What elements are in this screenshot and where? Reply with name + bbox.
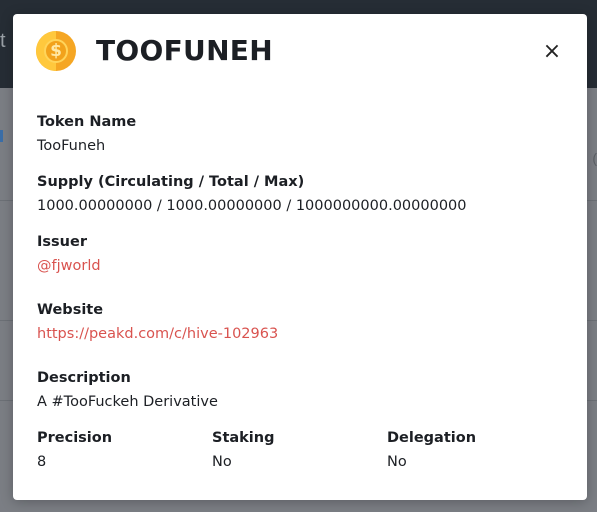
close-icon: ×: [542, 39, 562, 64]
background-right-text: (: [592, 150, 597, 166]
field-description: Description A #TooFuckeh Derivative: [37, 368, 218, 412]
close-button[interactable]: ×: [537, 37, 567, 67]
field-label: Website: [37, 302, 104, 318]
field-label: Description: [37, 370, 131, 386]
field-label: Staking: [212, 430, 275, 446]
background-header-text: t: [0, 30, 6, 52]
modal-header: $ TOOFUNEH ×: [13, 14, 587, 88]
field-supply: Supply (Circulating / Total / Max) 1000.…: [37, 172, 467, 216]
token-info-modal: $ TOOFUNEH × Token Name TooFuneh Supply …: [13, 14, 587, 500]
modal-title: TOOFUNEH: [96, 34, 273, 67]
gold-coin-icon: $: [36, 31, 76, 71]
field-staking: Staking No: [212, 428, 274, 472]
field-issuer: Issuer @fjworld: [37, 232, 101, 276]
field-token-name: Token Name TooFuneh: [37, 112, 136, 156]
supply-value: 1000.00000000 / 1000.00000000 / 10000000…: [37, 198, 467, 214]
precision-value: 8: [37, 454, 47, 470]
field-label: Precision: [37, 430, 113, 446]
website-link[interactable]: https://peakd.com/c/hive-102963: [37, 326, 278, 342]
delegation-value: No: [387, 454, 407, 470]
token-name-value: TooFuneh: [37, 138, 106, 154]
staking-value: No: [212, 454, 232, 470]
field-label: Issuer: [37, 234, 87, 250]
field-label: Delegation: [387, 430, 477, 446]
field-label: Token Name: [37, 114, 137, 130]
field-delegation: Delegation No: [387, 428, 476, 472]
issuer-link[interactable]: @fjworld: [37, 258, 101, 274]
field-precision: Precision 8: [37, 428, 112, 472]
description-value: A #TooFuckeh Derivative: [37, 394, 218, 410]
field-website: Website https://peakd.com/c/hive-102963: [37, 300, 278, 344]
background-left-accent: [0, 130, 3, 142]
field-label: Supply (Circulating / Total / Max): [37, 174, 305, 190]
